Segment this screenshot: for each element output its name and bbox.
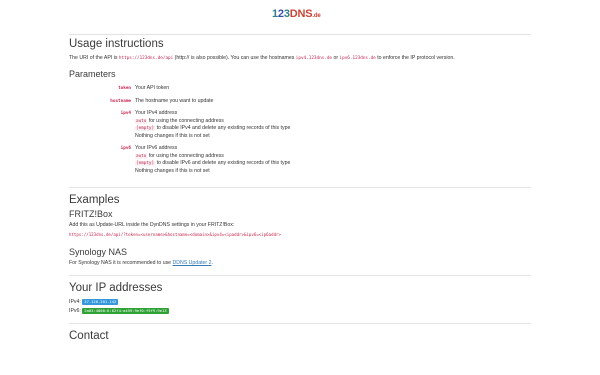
param-ipv6: ipv6 Your IPv6 address auto for using th… bbox=[69, 145, 531, 175]
ddns-updater-link[interactable]: DDNS Updater 2 bbox=[173, 260, 212, 266]
usage-heading: Usage instructions bbox=[69, 38, 164, 50]
fritzbox-update-url: https://123dns.de/api/?token=<username>&… bbox=[69, 231, 281, 237]
value-empty: [empty] bbox=[135, 161, 156, 167]
ipv6-row: IPv6: 2a03:4000:6:62f4:a459:9ef0:f9f9:9e… bbox=[69, 307, 169, 314]
usage-text: The URI of the API is https://123dns.de/… bbox=[69, 54, 455, 61]
header: 123DNS.de bbox=[0, 0, 600, 34]
value-empty: [empty] bbox=[135, 126, 156, 132]
param-key: hostname bbox=[110, 98, 131, 104]
examples-section: Examples FRITZ!Box Add this as Update-UR… bbox=[69, 194, 531, 267]
param-desc: The hostname you want to update bbox=[135, 97, 214, 104]
synology-heading: Synology NAS bbox=[69, 247, 128, 258]
param-key: token bbox=[118, 86, 131, 92]
usage-section: Usage instructions The URI of the API is… bbox=[69, 38, 531, 62]
value-auto: auto bbox=[135, 153, 148, 159]
ip-heading: Your IP addresses bbox=[69, 282, 163, 295]
parameters-section: Parameters token Your API token hostname… bbox=[69, 69, 531, 175]
parameters-list: token Your API token hostname The hostna… bbox=[69, 85, 531, 175]
contact-section: Contact bbox=[69, 330, 531, 344]
api-uri: https://123dns.de/api bbox=[118, 55, 174, 61]
param-desc: Your IPv6 address bbox=[135, 145, 178, 152]
ipv4-hostname: ipv4.123dns.de bbox=[295, 55, 333, 61]
param-desc: Your API token bbox=[135, 85, 170, 92]
logo-tld: .de bbox=[312, 13, 321, 19]
ipv4-badge: 37.120.201.142 bbox=[82, 299, 119, 306]
divider bbox=[69, 323, 531, 325]
ip-section: Your IP addresses IPv4: 37.120.201.142 I… bbox=[69, 282, 531, 315]
ipv4-row: IPv4: 37.120.201.142 bbox=[69, 299, 119, 306]
parameters-heading: Parameters bbox=[69, 69, 116, 80]
ipv6-hostname: ipv6.123dns.de bbox=[339, 55, 376, 61]
divider bbox=[69, 34, 531, 35]
main-content: Usage instructions The URI of the API is… bbox=[69, 34, 531, 344]
synology-text: For Synology NAS it is recommended to us… bbox=[69, 259, 213, 266]
param-note: Nothing changes if this is not set bbox=[135, 167, 210, 174]
param-ipv4: ipv4 Your IPv4 address auto for using th… bbox=[69, 110, 531, 140]
param-desc: Your IPv4 address bbox=[135, 110, 178, 117]
logo-dns: DNS bbox=[289, 8, 313, 20]
param-note: Nothing changes if this is not set bbox=[135, 132, 210, 139]
fritzbox-heading: FRITZ!Box bbox=[69, 209, 113, 220]
divider bbox=[69, 187, 531, 189]
param-token: token Your API token bbox=[69, 85, 531, 93]
param-key: ipv4 bbox=[120, 111, 131, 117]
divider bbox=[69, 275, 531, 277]
value-auto: auto bbox=[135, 118, 148, 124]
param-key: ipv6 bbox=[120, 146, 131, 152]
fritzbox-text: Add this as Update-URL inside the DynDNS… bbox=[69, 222, 235, 229]
site-logo[interactable]: 123DNS.de bbox=[272, 7, 321, 23]
examples-heading: Examples bbox=[69, 194, 120, 207]
param-hostname: hostname The hostname you want to update bbox=[69, 98, 531, 106]
ipv6-badge: 2a03:4000:6:62f4:a459:9ef0:f9f9:9e13 bbox=[82, 307, 169, 314]
contact-heading: Contact bbox=[69, 330, 109, 343]
